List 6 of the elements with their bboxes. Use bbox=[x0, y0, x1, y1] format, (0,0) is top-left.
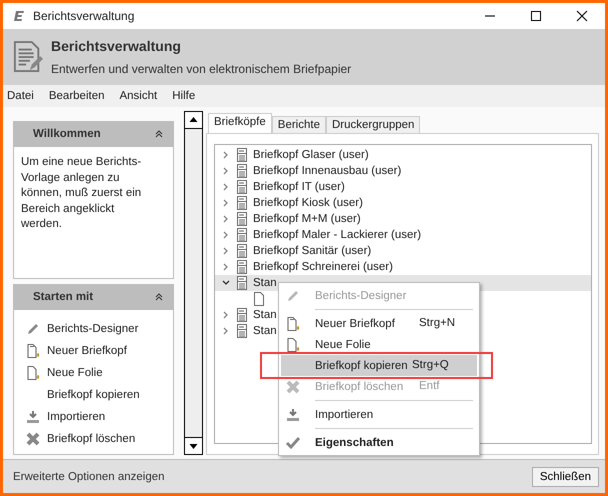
window-title: Berichtsverwaltung bbox=[33, 9, 134, 23]
header-title: Berichtsverwaltung bbox=[51, 38, 182, 54]
welcome-text: Um eine neue Berichts-Vorlage anlegen zu können, muß zuerst ein Bereich angeklickt werden. bbox=[21, 155, 142, 232]
panel-title: Willkommen bbox=[33, 128, 101, 140]
panel-title: Starten mit bbox=[33, 291, 94, 303]
header-subtitle: Entwerfen und verwalten von elektronischem Briefpapier bbox=[51, 62, 352, 76]
